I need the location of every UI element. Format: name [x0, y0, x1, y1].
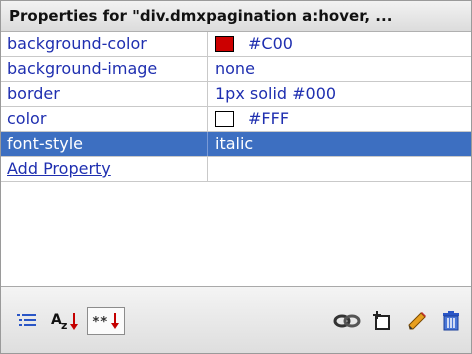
color-swatch-icon[interactable] [215, 111, 234, 127]
add-property-row[interactable]: Add Property [1, 157, 471, 182]
property-row-color[interactable]: color #FFF [1, 107, 471, 132]
add-property-link[interactable]: Add Property [1, 157, 208, 181]
alphabetical-view-button[interactable]: A z [47, 307, 83, 335]
property-value[interactable]: 1px solid #000 [209, 82, 471, 106]
set-only-text: ** [92, 315, 108, 330]
property-value[interactable]: #C00 [209, 32, 471, 56]
property-value[interactable]: italic [209, 132, 471, 156]
edit-style-button[interactable] [403, 307, 431, 335]
delete-css-property-icon [443, 311, 459, 331]
bottom-toolbar: A z ** [1, 286, 471, 353]
attach-style-sheet-icon [333, 314, 361, 328]
delete-css-property-button[interactable] [437, 307, 465, 335]
property-name[interactable]: background-image [1, 57, 208, 81]
property-value-text: #FFF [248, 109, 290, 128]
property-value-text: none [215, 59, 255, 78]
property-name[interactable]: border [1, 82, 208, 106]
new-css-rule-icon [373, 311, 390, 330]
property-value[interactable]: none [209, 57, 471, 81]
category-view-icon [17, 314, 36, 326]
attach-style-sheet-button[interactable] [331, 307, 363, 335]
color-swatch-icon[interactable] [215, 36, 234, 52]
add-property-value[interactable] [209, 157, 471, 181]
alphabetical-view-icon: A z [51, 312, 78, 332]
show-set-properties-button[interactable]: ** [87, 307, 125, 335]
properties-grid: background-color #C00 background-image n… [1, 32, 471, 286]
edit-style-icon [408, 312, 426, 330]
panel-title: Properties for "div.dmxpagination a:hove… [1, 1, 471, 32]
property-name[interactable]: color [1, 107, 208, 131]
property-row-font-style[interactable]: font-style italic [1, 132, 471, 157]
css-properties-panel: Properties for "div.dmxpagination a:hove… [0, 0, 472, 354]
new-css-rule-button[interactable] [369, 307, 397, 335]
property-value-text: 1px solid #000 [215, 84, 337, 103]
property-value-text: italic [215, 134, 254, 153]
set-properties-only-icon: ** [92, 313, 119, 330]
property-value[interactable]: #FFF [209, 107, 471, 131]
property-row-background-image[interactable]: background-image none [1, 57, 471, 82]
empty-grid-area [1, 213, 471, 286]
category-view-button[interactable] [13, 307, 43, 335]
sort-icon-sub: z [61, 319, 67, 332]
property-value-text: #C00 [248, 34, 293, 53]
property-name[interactable]: font-style [1, 132, 208, 156]
property-row-background-color[interactable]: background-color #C00 [1, 32, 471, 57]
property-name[interactable]: background-color [1, 32, 208, 56]
property-row-border[interactable]: border 1px solid #000 [1, 82, 471, 107]
